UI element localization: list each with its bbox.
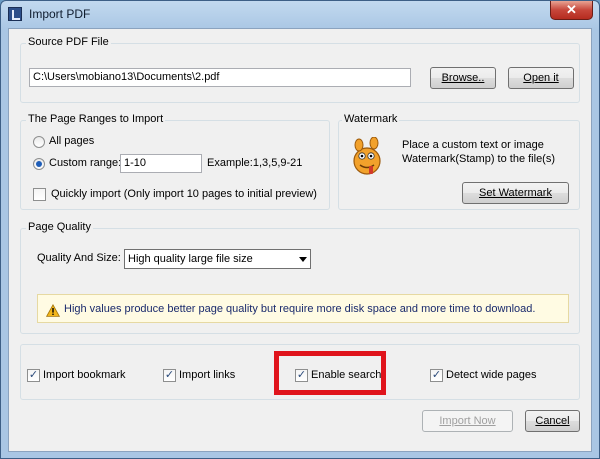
- import-links-label[interactable]: Import links: [179, 369, 235, 381]
- app-icon: [8, 7, 22, 21]
- title-bar[interactable]: Import PDF ✕: [1, 1, 599, 27]
- page-quality-group-label: Page Quality: [26, 221, 93, 233]
- window-title: Import PDF: [29, 7, 91, 21]
- quality-size-label: Quality And Size:: [37, 252, 121, 264]
- custom-range-radio[interactable]: [33, 158, 45, 170]
- open-it-button-label: Open it: [523, 72, 559, 84]
- page-ranges-group-label: The Page Ranges to Import: [26, 113, 166, 125]
- all-pages-label[interactable]: All pages: [49, 135, 94, 147]
- watermark-description-line2: Watermark(Stamp) to the file(s): [402, 153, 556, 165]
- quick-import-checkbox[interactable]: [33, 188, 46, 201]
- detect-wide-pages-label[interactable]: Detect wide pages: [446, 369, 537, 381]
- browse-button[interactable]: Browse..: [430, 67, 496, 89]
- custom-range-input[interactable]: 1-10: [120, 154, 202, 173]
- import-links-checkbox[interactable]: ✓: [163, 369, 176, 382]
- custom-range-label[interactable]: Custom range:: [49, 157, 121, 169]
- page-quality-group: Page Quality Quality And Size: High qual…: [20, 221, 580, 334]
- cancel-button[interactable]: Cancel: [525, 410, 580, 432]
- quality-select[interactable]: High quality large file size: [124, 249, 311, 269]
- source-pdf-group: Source PDF File C:\Users\mobiano13\Docum…: [20, 36, 580, 103]
- dropdown-arrow-icon: [299, 257, 307, 262]
- source-pdf-group-label: Source PDF File: [26, 36, 111, 48]
- detect-wide-pages-checkbox[interactable]: ✓: [430, 369, 443, 382]
- page-ranges-group: The Page Ranges to Import All pages Cust…: [20, 113, 330, 210]
- all-pages-radio[interactable]: [33, 136, 45, 148]
- watermark-description-line1: Place a custom text or image: [402, 139, 544, 151]
- range-example-text: Example:1,3,5,9-21: [207, 157, 303, 169]
- quick-import-label[interactable]: Quickly import (Only import 10 pages to …: [51, 188, 317, 200]
- highlight-annotation: [274, 351, 386, 395]
- import-pdf-window: Import PDF ✕ Source PDF File C:\Users\mo…: [0, 0, 600, 459]
- close-button[interactable]: ✕: [550, 1, 593, 20]
- quality-select-value: High quality large file size: [128, 253, 253, 265]
- quality-notice-text: High values produce better page quality …: [64, 303, 536, 315]
- watermark-group: Watermark Place a custom text or image W…: [338, 113, 580, 210]
- open-it-button[interactable]: Open it: [508, 67, 574, 89]
- pdf-path-field[interactable]: C:\Users\mobiano13\Documents\2.pdf: [29, 68, 411, 87]
- watermark-group-label: Watermark: [342, 113, 400, 125]
- dialog-client-area: Source PDF File C:\Users\mobiano13\Docum…: [8, 28, 592, 452]
- browse-button-label: Browse..: [441, 72, 485, 84]
- set-watermark-button-label: Set Watermark: [479, 187, 552, 199]
- cancel-button-label: Cancel: [535, 415, 570, 427]
- gimp-mascot-icon: [353, 137, 381, 175]
- warning-icon: [46, 304, 60, 317]
- import-now-button-label: Import Now: [439, 415, 496, 427]
- quality-notice: High values produce better page quality …: [37, 294, 569, 323]
- set-watermark-button[interactable]: Set Watermark: [462, 182, 569, 204]
- import-now-button[interactable]: Import Now: [422, 410, 513, 432]
- import-bookmark-label[interactable]: Import bookmark: [43, 369, 126, 381]
- import-bookmark-checkbox[interactable]: ✓: [27, 369, 40, 382]
